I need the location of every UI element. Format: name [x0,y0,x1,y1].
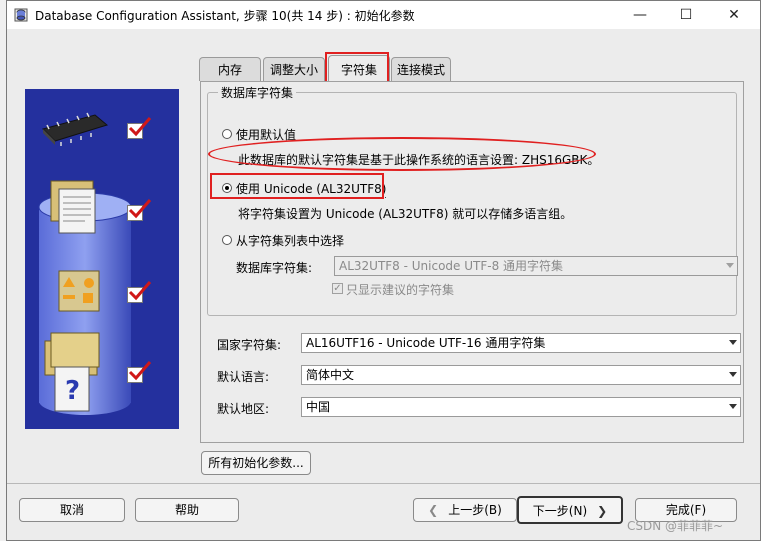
db-charset-value: AL32UTF8 - Unicode UTF-8 通用字符集 [339,259,564,273]
show-recommended-label: 只显示建议的字符集 [346,283,455,297]
red-check-icon [128,199,152,219]
minimize-button[interactable]: — [617,1,663,29]
red-check-icon [128,361,152,381]
step-check-connection [127,361,152,383]
app-icon [14,8,28,22]
default-language-label: 默认语言: [217,370,270,384]
national-charset-select[interactable]: AL16UTF16 - Unicode UTF-16 通用字符集 [301,333,741,353]
tab-connection-mode[interactable]: 连接模式 [391,57,451,81]
default-territory-select[interactable]: 中国 [301,397,741,417]
watermark: CSDN @菲菲菲~ [627,519,724,533]
step-check-memory [127,117,152,139]
maximize-button[interactable]: ☐ [663,1,709,29]
default-language-value: 简体中文 [306,368,355,382]
unicode-description: 将字符集设置为 Unicode (AL32UTF8) 就可以存储多语言组。 [238,207,573,221]
cancel-button[interactable]: 取消 [19,498,125,522]
default-territory-value: 中国 [306,400,331,414]
next-label: 下一步(N) [532,504,588,518]
chevron-left-icon: ❮ [428,503,439,517]
help-button[interactable]: 帮助 [135,498,239,522]
chevron-down-icon [726,263,734,268]
all-init-params-button[interactable]: 所有初始化参数... [201,451,311,475]
annotation-box-unicode-option [210,173,384,199]
dbca-window: Database Configuration Assistant, 步骤 10(… [6,0,761,541]
group-legend: 数据库字符集 [218,84,297,101]
tab-sizing[interactable]: 调整大小 [263,57,325,81]
chevron-down-icon [729,340,737,345]
back-label: 上一步(B) [448,503,502,517]
window-title: Database Configuration Assistant, 步骤 10(… [35,9,415,23]
tab-memory[interactable]: 内存 [199,57,261,81]
default-territory-label: 默认地区: [217,402,270,416]
divider [7,483,760,484]
red-check-icon [128,117,152,137]
annotation-ellipse-default-charset [208,137,596,171]
shapes-icon [58,270,100,312]
charset-panel: 数据库字符集 使用默认值 此数据库的默认字符集是基于此操作系统的语言设置: ZH… [200,81,744,443]
wizard-art-svg: ? [25,89,179,429]
default-language-select[interactable]: 简体中文 [301,365,741,385]
step-check-sizing [127,199,152,221]
red-check-icon [128,281,152,301]
option-list-label[interactable]: 从字符集列表中选择 [236,232,344,249]
next-button[interactable]: 下一步(N) ❯ [517,496,623,524]
svg-text:?: ? [65,376,80,406]
chevron-down-icon [729,372,737,377]
show-recommended-checkbox[interactable]: ✓ [332,283,343,294]
database-charset-group: 数据库字符集 使用默认值 此数据库的默认字符集是基于此操作系统的语言设置: ZH… [207,84,738,316]
title-bar: Database Configuration Assistant, 步骤 10(… [7,1,760,29]
radio-use-default[interactable] [222,129,232,139]
wizard-illustration: ? [25,89,179,429]
chevron-down-icon [729,404,737,409]
national-charset-value: AL16UTF16 - Unicode UTF-16 通用字符集 [306,336,546,350]
db-charset-label: 数据库字符集: [236,261,313,275]
chevron-right-icon: ❯ [597,504,608,518]
close-button[interactable]: ✕ [711,1,757,29]
radio-choose-from-list[interactable] [222,235,232,245]
national-charset-label: 国家字符集: [217,338,282,352]
db-charset-select[interactable]: AL32UTF8 - Unicode UTF-8 通用字符集 [334,256,738,276]
step-check-charset [127,281,152,303]
back-button[interactable]: ❮ 上一步(B) [413,498,517,522]
